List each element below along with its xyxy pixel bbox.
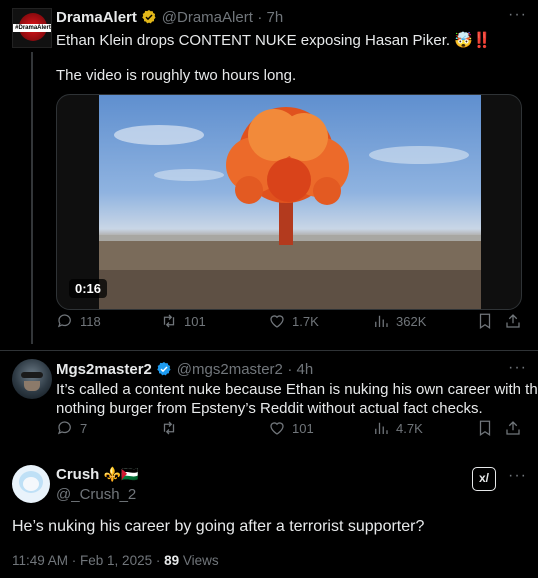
tweet-time[interactable]: · 7h <box>257 9 283 26</box>
more-icon[interactable]: ··· <box>508 467 527 485</box>
reply-icon <box>57 314 71 328</box>
author-handle[interactable]: @mgs2master2 <box>177 361 283 378</box>
more-icon[interactable]: ··· <box>508 359 527 377</box>
views-button[interactable]: 4.7K <box>372 419 423 437</box>
divider <box>0 350 538 351</box>
tweet1-text-line2: The video is roughly two hours long. <box>56 67 297 84</box>
views-count: 4.7K <box>396 420 423 436</box>
author-name[interactable]: Mgs2master2 <box>56 361 152 378</box>
dramaalert-avatar[interactable]: #DramaAlert <box>12 8 52 48</box>
thread-line <box>31 52 33 344</box>
views-number: 89 <box>164 553 180 568</box>
mgs2master2-avatar[interactable] <box>12 359 52 399</box>
reply-count: 118 <box>80 313 101 329</box>
like-button[interactable]: 101 <box>268 419 314 437</box>
repost-icon <box>163 421 175 435</box>
like-icon <box>270 315 284 328</box>
more-icon[interactable]: ··· <box>508 6 527 24</box>
views-button[interactable]: 362K <box>372 312 426 330</box>
tweet3-text: He’s nuking his career by going after a … <box>12 518 425 535</box>
explosion-image <box>99 107 481 309</box>
share-icon[interactable] <box>504 419 522 437</box>
video-duration: 0:16 <box>69 279 108 298</box>
share-icon[interactable] <box>504 312 522 330</box>
grok-icon[interactable]: x/ <box>472 467 496 491</box>
views-icon <box>375 315 388 327</box>
verified-icon <box>142 10 156 24</box>
reply-button[interactable]: 7 <box>56 419 87 437</box>
reply-count: 7 <box>80 420 88 436</box>
crush-avatar[interactable] <box>12 465 50 503</box>
author-name[interactable]: Crush <box>56 466 99 483</box>
author-handle[interactable]: @_Crush_2 <box>56 486 136 503</box>
tweet2-header: Mgs2master2 @mgs2master2 · 4h <box>56 361 313 379</box>
author-handle[interactable]: @DramaAlert <box>162 9 253 26</box>
repost-button[interactable]: 101 <box>160 312 206 330</box>
like-icon <box>270 422 284 435</box>
tweet1-text-line1: Ethan Klein drops CONTENT NUKE exposing … <box>56 32 492 49</box>
video-player[interactable]: 0:16 <box>56 94 522 310</box>
name-emojis: ⚜️🇵🇸 <box>103 466 139 482</box>
author-name[interactable]: DramaAlert <box>56 9 137 26</box>
bookmark-icon[interactable] <box>476 312 494 330</box>
like-button[interactable]: 1.7K <box>268 312 319 330</box>
avatar-label: #DramaAlert <box>13 24 51 32</box>
tweet2-text-line2: nothing burger from Epsteny’s Reddit wit… <box>56 400 483 417</box>
tweet3-meta: 11:49 AM · Feb 1, 2025 · 89 Views <box>12 553 219 568</box>
views-icon <box>375 422 388 434</box>
tweet1-header: DramaAlert @DramaAlert · 7h <box>56 9 283 27</box>
repost-button[interactable] <box>160 419 178 437</box>
video-frame <box>99 95 481 309</box>
like-count: 101 <box>292 420 314 436</box>
views-count: 362K <box>396 313 427 329</box>
tweet-time[interactable]: · 4h <box>287 361 313 378</box>
reply-icon <box>57 421 71 435</box>
grok-label: x/ <box>478 471 489 485</box>
views-label: Views <box>179 553 219 568</box>
tweet-date[interactable]: 11:49 AM · Feb 1, 2025 · <box>12 553 164 568</box>
repost-count: 101 <box>184 313 206 329</box>
bookmark-icon[interactable] <box>476 419 494 437</box>
tweet3-header: Crush ⚜️🇵🇸 <box>56 466 139 484</box>
reply-button[interactable]: 118 <box>56 312 101 330</box>
like-count: 1.7K <box>292 313 319 329</box>
tweet2-text-line1: It’s called a content nuke because Ethan… <box>56 381 538 398</box>
repost-icon <box>163 314 175 328</box>
verified-icon <box>157 362 171 376</box>
